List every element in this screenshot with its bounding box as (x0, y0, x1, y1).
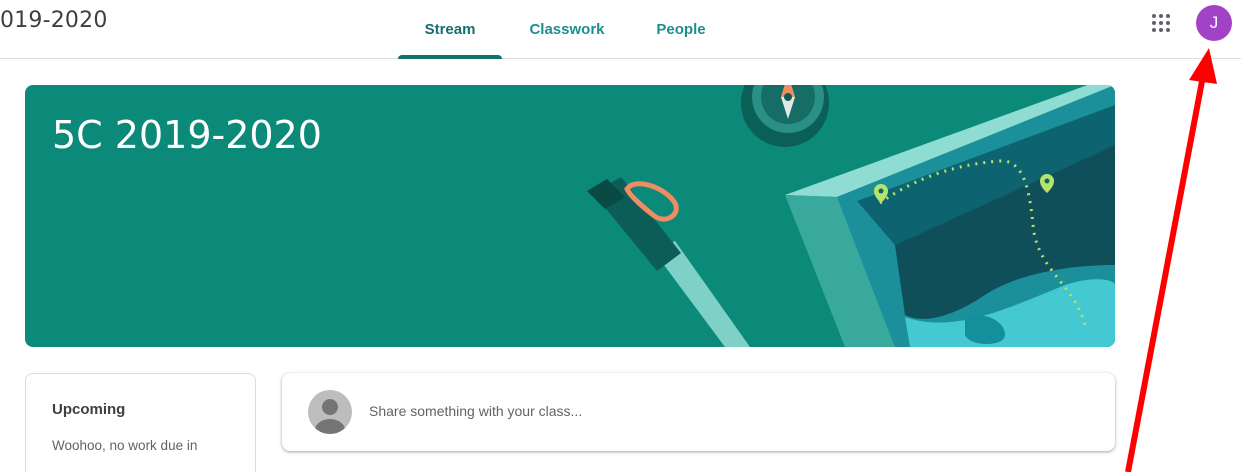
upcoming-title: Upcoming (52, 401, 126, 418)
classroom-stream-page: 019-2020 Stream Classwork People J 5C 20… (0, 0, 1241, 472)
google-apps-grid-icon[interactable] (1150, 12, 1172, 34)
upcoming-status-text: Woohoo, no work due in (52, 438, 198, 453)
tab-stream[interactable]: Stream (398, 0, 502, 59)
ski-pole-icon (587, 177, 750, 347)
top-app-bar: 019-2020 Stream Classwork People J (0, 0, 1241, 59)
map-board-icon (785, 85, 1115, 347)
account-avatar[interactable]: J (1196, 5, 1232, 41)
upcoming-card: Upcoming Woohoo, no work due in (25, 373, 256, 472)
class-tabs: Stream Classwork People (398, 0, 730, 59)
share-placeholder[interactable]: Share something with your class... (369, 403, 582, 419)
tab-people[interactable]: People (632, 0, 730, 58)
compass-icon (741, 85, 829, 147)
banner-class-title[interactable]: 5C 2019-2020 (52, 113, 322, 157)
user-avatar-icon (308, 390, 352, 434)
class-banner: 5C 2019-2020 (25, 85, 1115, 347)
share-post-box[interactable]: Share something with your class... (282, 373, 1115, 451)
class-title[interactable]: 019-2020 (0, 8, 108, 33)
tab-classwork[interactable]: Classwork (502, 0, 632, 58)
